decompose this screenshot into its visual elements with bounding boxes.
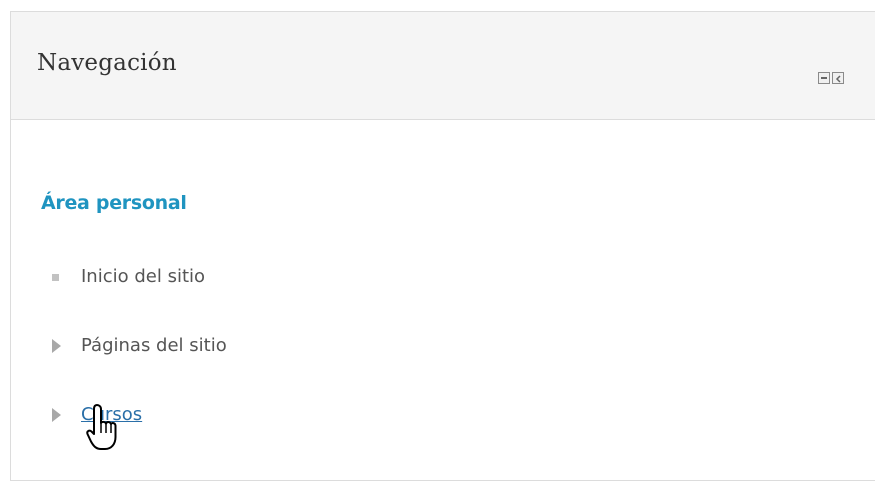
bullet-square-icon <box>49 268 67 286</box>
block-controls <box>818 72 844 84</box>
triangle-right-icon[interactable] <box>49 406 67 424</box>
nav-item-paginas-del-sitio[interactable]: Páginas del sitio <box>49 335 227 356</box>
minus-square-icon[interactable] <box>818 72 830 84</box>
navigation-block: Navegación Área personal Inicio del siti… <box>10 11 875 481</box>
block-header: Navegación <box>11 12 875 120</box>
nav-item-inicio-del-sitio[interactable]: Inicio del sitio <box>49 266 205 287</box>
nav-root-area-personal[interactable]: Área personal <box>41 192 187 214</box>
triangle-right-icon[interactable] <box>49 337 67 355</box>
nav-item-label[interactable]: Inicio del sitio <box>81 266 205 287</box>
nav-item-label[interactable]: Páginas del sitio <box>81 335 227 356</box>
hand-pointer-icon <box>85 403 125 459</box>
block-title: Navegación <box>37 50 177 76</box>
block-content: Área personal Inicio del sitio Páginas d… <box>11 120 875 480</box>
dock-left-icon[interactable] <box>832 72 844 84</box>
